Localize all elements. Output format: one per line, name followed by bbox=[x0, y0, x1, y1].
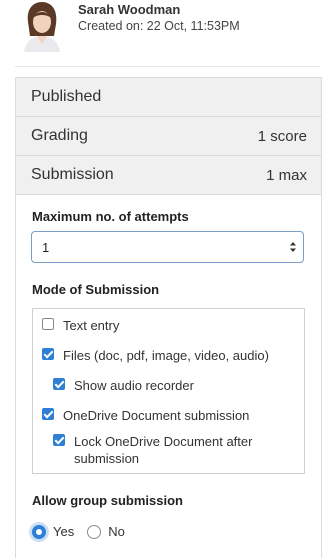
option-label: Text entry bbox=[63, 318, 120, 333]
created-date: Created on: 22 Oct, 11:53PM bbox=[78, 19, 240, 33]
status-row-grading[interactable]: Grading 1 score bbox=[16, 117, 321, 156]
option-lock-onedrive[interactable]: Lock OneDrive Document after submission bbox=[53, 433, 278, 467]
divider bbox=[15, 66, 320, 67]
status-label: Grading bbox=[31, 127, 88, 144]
attempts-selected-value: 1 bbox=[42, 239, 50, 255]
attempts-select[interactable]: 1 bbox=[31, 231, 304, 263]
radio-label-yes[interactable]: Yes bbox=[53, 524, 74, 539]
checkbox-text-entry[interactable] bbox=[42, 318, 54, 330]
attempts-title: Maximum no. of attempts bbox=[32, 209, 189, 224]
option-files[interactable]: Files (doc, pdf, image, video, audio) bbox=[42, 347, 269, 364]
option-onedrive-submission[interactable]: OneDrive Document submission bbox=[42, 407, 249, 424]
status-value: 1 max bbox=[266, 166, 307, 184]
status-value: 1 score bbox=[257, 127, 307, 145]
avatar-image bbox=[20, 0, 64, 52]
checkbox-onedrive-submission[interactable] bbox=[42, 408, 54, 420]
status-label: Published bbox=[31, 88, 102, 105]
status-row-submission[interactable]: Submission 1 max bbox=[16, 156, 321, 195]
select-arrows-icon bbox=[290, 242, 296, 252]
status-row-published[interactable]: Published bbox=[16, 78, 321, 117]
mode-title: Mode of Submission bbox=[32, 282, 160, 297]
option-show-audio-recorder[interactable]: Show audio recorder bbox=[53, 377, 194, 394]
option-label: Files (doc, pdf, image, video, audio) bbox=[63, 348, 269, 363]
option-label: Show audio recorder bbox=[74, 378, 194, 393]
radio-label-no[interactable]: No bbox=[108, 524, 125, 539]
checkbox-lock-onedrive[interactable] bbox=[53, 434, 65, 446]
radio-yes[interactable] bbox=[32, 524, 46, 539]
checkbox-files[interactable] bbox=[42, 348, 54, 360]
group-submission-title: Allow group submission bbox=[32, 493, 183, 508]
group-submission-radios: Yes No bbox=[32, 524, 138, 539]
assignment-settings-panel: Published Grading 1 score Submission 1 m… bbox=[15, 77, 322, 558]
author-header: Sarah Woodman Created on: 22 Oct, 11:53P… bbox=[0, 0, 333, 60]
radio-no[interactable] bbox=[87, 524, 102, 539]
avatar bbox=[20, 0, 64, 52]
status-label: Submission bbox=[31, 166, 114, 183]
author-name: Sarah Woodman bbox=[78, 2, 181, 17]
checkbox-show-audio-recorder[interactable] bbox=[53, 378, 65, 390]
option-label: Lock OneDrive Document after submission bbox=[74, 434, 253, 466]
mode-options-box: Text entry Files (doc, pdf, image, video… bbox=[32, 308, 305, 474]
option-label: OneDrive Document submission bbox=[63, 408, 250, 423]
option-text-entry[interactable]: Text entry bbox=[42, 317, 119, 334]
